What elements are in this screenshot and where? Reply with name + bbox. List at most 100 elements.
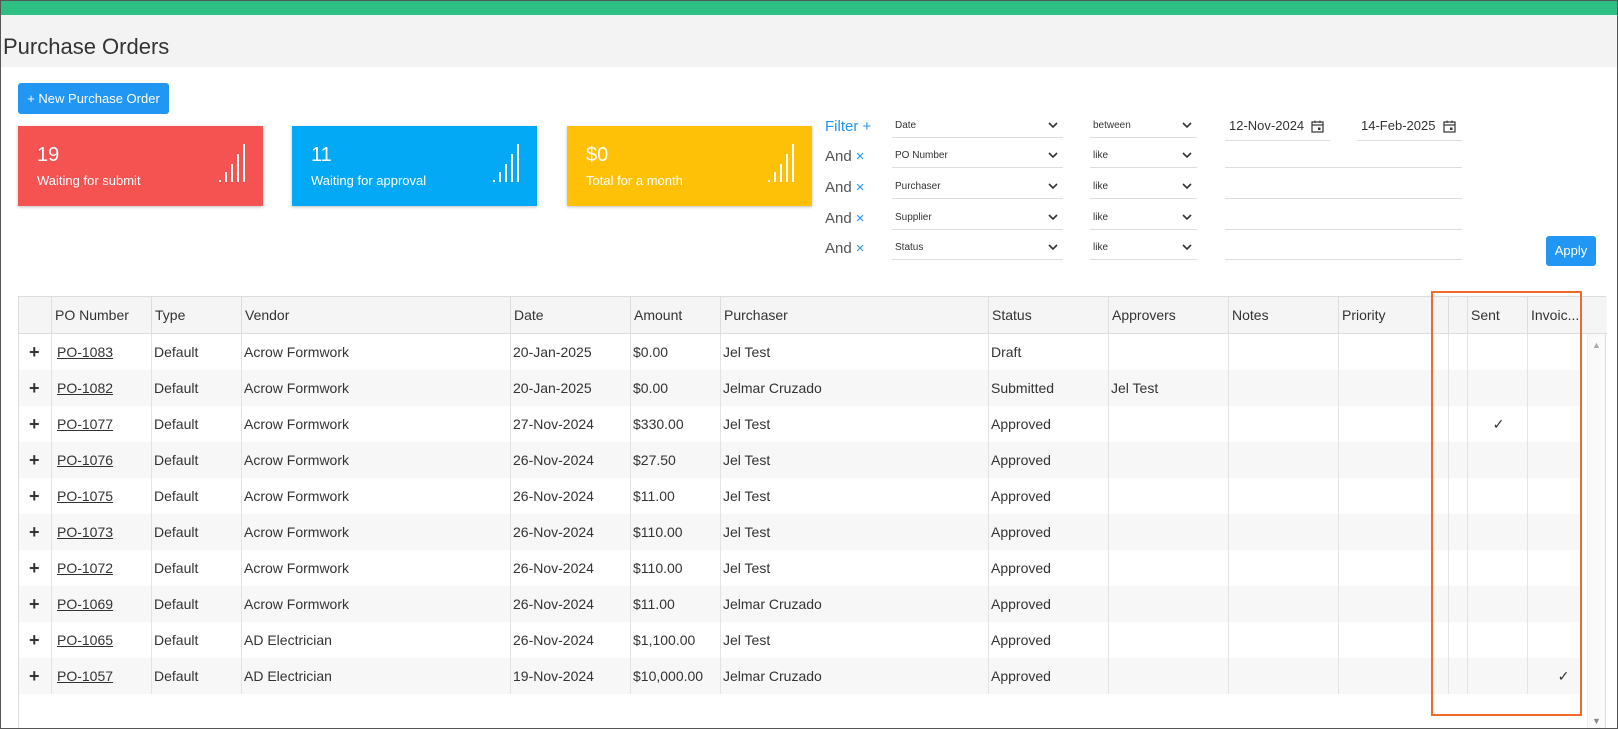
table-row[interactable]: + PO-1069 Default Acrow Formwork 26-Nov-2024… <box>19 586 1579 622</box>
scroll-up-icon[interactable]: ▲ <box>1592 340 1601 350</box>
column-divider <box>1228 622 1229 658</box>
table-row[interactable]: + PO-1065 Default AD Electrician 26-Nov-2024… <box>19 622 1579 658</box>
filter-op-select-status[interactable]: like <box>1090 238 1197 260</box>
expand-row-plus-icon[interactable]: + <box>29 406 40 442</box>
filter-field-select-purchaser[interactable]: Purchaser <box>892 177 1063 199</box>
bar-chart-icon <box>768 144 794 182</box>
po-number-link[interactable]: PO-1075 <box>57 488 113 504</box>
po-number-link[interactable]: PO-1083 <box>57 344 113 360</box>
filter-op-select-date[interactable]: between <box>1090 116 1197 138</box>
table-row[interactable]: + PO-1076 Default Acrow Formwork 26-Nov-2024… <box>19 442 1579 478</box>
top-bar <box>1 1 1617 15</box>
filter-op-select-supplier[interactable]: like <box>1090 208 1197 230</box>
date-to-input[interactable]: 14-Feb-2025 <box>1357 113 1462 141</box>
column-divider <box>1338 370 1339 406</box>
column-divider <box>1338 478 1339 514</box>
scroll-down-icon[interactable]: ▼ <box>1592 716 1601 726</box>
po-number-link[interactable]: PO-1072 <box>57 560 113 576</box>
table-row[interactable]: + PO-1072 Default Acrow Formwork 26-Nov-2024… <box>19 550 1579 586</box>
col-header-notes[interactable]: Notes <box>1228 297 1338 334</box>
po-number-link[interactable]: PO-1069 <box>57 596 113 612</box>
filter-value-input[interactable] <box>1225 177 1462 199</box>
new-purchase-order-button[interactable]: + New Purchase Order <box>18 83 169 114</box>
table-row[interactable]: + PO-1083 Default Acrow Formwork 20-Jan-2025… <box>19 334 1579 370</box>
vertical-scrollbar[interactable]: ▲ ▼ <box>1587 334 1605 728</box>
amount-cell: $110.00 <box>633 524 683 540</box>
col-header-amount[interactable]: Amount <box>630 297 720 334</box>
purchaser-cell: Jel Test <box>723 560 771 576</box>
filter-op-select-purchaser[interactable]: like <box>1090 177 1197 199</box>
col-header-po-number[interactable]: PO Number <box>51 297 151 334</box>
remove-filter-icon[interactable]: × <box>856 179 865 196</box>
amount-cell: $110.00 <box>633 560 683 576</box>
table-row[interactable]: + PO-1082 Default Acrow Formwork 20-Jan-2025… <box>19 370 1579 406</box>
po-number-cell: PO-1069 <box>54 586 113 622</box>
col-header-status[interactable]: Status <box>988 297 1108 334</box>
remove-filter-icon[interactable]: × <box>856 148 865 165</box>
status-cell: Approved <box>991 560 1051 576</box>
date-from-value: 12-Nov-2024 <box>1229 118 1305 133</box>
po-number-link[interactable]: PO-1076 <box>57 452 113 468</box>
po-number-link[interactable]: PO-1073 <box>57 524 113 540</box>
po-number-cell: PO-1057 <box>54 658 113 694</box>
expand-row-plus-icon[interactable]: + <box>29 442 40 478</box>
expand-row-plus-icon[interactable]: + <box>29 658 40 694</box>
expand-row-plus-icon[interactable]: + <box>29 478 40 514</box>
chevron-down-icon <box>1048 152 1058 159</box>
expand-row-plus-icon[interactable]: + <box>29 514 40 550</box>
table-row[interactable]: + PO-1057 Default AD Electrician 19-Nov-2024… <box>19 658 1579 694</box>
filter-value-input[interactable] <box>1225 238 1462 260</box>
apply-button[interactable]: Apply <box>1546 236 1596 266</box>
po-number-link[interactable]: PO-1065 <box>57 632 113 648</box>
filter-op-select-po-number[interactable]: like <box>1090 146 1197 168</box>
column-divider <box>1228 370 1229 406</box>
filter-field-select-supplier[interactable]: Supplier <box>892 208 1063 230</box>
purchaser-cell: Jel Test <box>723 416 771 432</box>
purchaser-cell: Jelmar Cruzado <box>723 668 822 684</box>
and-label: And <box>825 240 852 257</box>
type-cell: Default <box>154 380 199 396</box>
po-number-link[interactable]: PO-1077 <box>57 416 113 432</box>
card-waiting-approval[interactable]: 11 Waiting for approval <box>292 126 537 206</box>
po-number-cell: PO-1072 <box>54 550 113 586</box>
expand-row-plus-icon[interactable]: + <box>29 370 40 406</box>
remove-filter-icon[interactable]: × <box>856 210 865 227</box>
po-number-cell: PO-1083 <box>54 334 113 370</box>
amount-cell: $0.00 <box>633 344 669 360</box>
col-header-approvers[interactable]: Approvers <box>1108 297 1228 334</box>
column-divider <box>51 442 52 478</box>
remove-filter-icon[interactable]: × <box>856 240 865 257</box>
filter-value-input[interactable] <box>1225 146 1462 168</box>
expand-row-plus-icon[interactable]: + <box>29 550 40 586</box>
po-number-link[interactable]: PO-1082 <box>57 380 113 396</box>
col-header-purchaser[interactable]: Purchaser <box>720 297 988 334</box>
calendar-icon[interactable] <box>1311 120 1324 133</box>
po-number-link[interactable]: PO-1057 <box>57 668 113 684</box>
date-from-input[interactable]: 12-Nov-2024 <box>1225 113 1330 141</box>
approvers-cell <box>1108 478 1111 514</box>
col-header-type[interactable]: Type <box>151 297 241 334</box>
card-waiting-submit[interactable]: 19 Waiting for submit <box>18 126 263 206</box>
select-value: Status <box>895 242 924 253</box>
expand-row-plus-icon[interactable]: + <box>29 586 40 622</box>
po-number-cell: PO-1076 <box>54 442 113 478</box>
select-value: Supplier <box>895 212 932 223</box>
card-total-month[interactable]: $0 Total for a month <box>567 126 812 206</box>
status-cell: Approved <box>991 524 1051 540</box>
filter-value-input[interactable] <box>1225 208 1462 230</box>
column-divider <box>1338 550 1339 586</box>
expand-row-plus-icon[interactable]: + <box>29 622 40 658</box>
filter-field-select-po-number[interactable]: PO Number <box>892 146 1063 168</box>
filter-add-button[interactable]: Filter + <box>825 118 871 135</box>
table-row[interactable]: + PO-1075 Default Acrow Formwork 26-Nov-2024… <box>19 478 1579 514</box>
table-row[interactable]: + PO-1073 Default Acrow Formwork 26-Nov-2024… <box>19 514 1579 550</box>
expand-row-plus-icon[interactable]: + <box>29 334 40 370</box>
filter-field-select-status[interactable]: Status <box>892 238 1063 260</box>
column-divider <box>1228 550 1229 586</box>
filter-field-select-date[interactable]: Date <box>892 116 1063 138</box>
date-cell: 26-Nov-2024 <box>513 632 594 648</box>
calendar-icon[interactable] <box>1443 120 1456 133</box>
col-header-date[interactable]: Date <box>510 297 630 334</box>
table-row[interactable]: + PO-1077 Default Acrow Formwork 27-Nov-2024… <box>19 406 1579 442</box>
col-header-vendor[interactable]: Vendor <box>241 297 510 334</box>
